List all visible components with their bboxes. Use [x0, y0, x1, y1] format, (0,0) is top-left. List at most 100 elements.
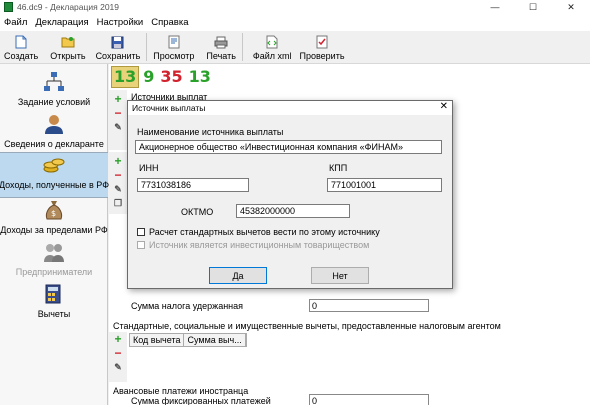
add-icon[interactable]: + — [113, 332, 123, 346]
investment-partnership-checkbox[interactable]: Источник является инвестиционным товарищ… — [137, 240, 369, 250]
income-gutter: + − ✎ ❐ — [109, 152, 127, 214]
sidebar-item-label: Доходы за пределами РФ — [0, 225, 108, 235]
save-label: Сохранить — [95, 51, 141, 61]
deductions-grid-header: Код вычета Сумма выч... — [129, 333, 247, 347]
fixed-payments-field[interactable]: 0 — [309, 394, 429, 405]
menu-settings[interactable]: Настройки — [93, 17, 148, 28]
menu-declaration[interactable]: Декларация — [31, 17, 92, 28]
check-label: Проверить — [299, 51, 345, 61]
sidebar-item-income-rf[interactable]: Доходы, полученные в РФ — [0, 152, 110, 198]
source-name-label: Наименование источника выплаты — [137, 127, 284, 137]
add-icon[interactable]: + — [113, 154, 123, 168]
oktmo-input[interactable]: 45382000000 — [236, 204, 350, 218]
rate-tabs: 13 9 35 13 — [111, 66, 213, 88]
dialog-body: Наименование источника выплаты Акционерн… — [128, 115, 452, 288]
xml-file-icon — [265, 35, 279, 49]
checkbox-box[interactable] — [137, 241, 145, 249]
sidebar-item-deductions[interactable]: Вычеты — [0, 282, 108, 328]
print-label: Печать — [206, 51, 236, 61]
window-controls: — ☐ ✕ — [476, 0, 590, 14]
sidebar-item-income-abroad[interactable]: $ Доходы за пределами РФ — [0, 198, 108, 244]
oktmo-label: ОКТМО — [181, 207, 214, 217]
sources-gutter: + − ✎ — [109, 90, 127, 150]
save-button[interactable]: Сохранить — [95, 31, 141, 63]
flowchart-icon — [42, 70, 66, 94]
xml-button[interactable]: Файл xml — [253, 31, 292, 63]
edit-icon[interactable]: ✎ — [113, 362, 123, 372]
sidebar-item-label: Задание условий — [17, 97, 91, 107]
deductions-gutter: + − ✎ — [109, 332, 127, 382]
dialog-title: Источник выплаты — [132, 103, 206, 113]
column-header-code[interactable]: Код вычета — [130, 334, 185, 346]
minimize-button[interactable]: — — [476, 0, 514, 14]
checkbox-label: Расчет стандартных вычетов вести по этом… — [149, 227, 380, 237]
window-title: 46.dc9 - Декларация 2019 — [17, 2, 120, 12]
advances-title: Авансовые платежи иностранца — [113, 386, 249, 396]
close-button[interactable]: ✕ — [552, 0, 590, 14]
title-bar: 46.dc9 - Декларация 2019 — ☐ ✕ — [0, 0, 590, 14]
check-button[interactable]: Проверить — [300, 31, 345, 63]
kpp-input[interactable]: 771001001 — [327, 178, 442, 192]
remove-icon[interactable]: − — [113, 346, 123, 360]
checkbox-label: Источник является инвестиционным товарищ… — [149, 240, 370, 250]
checkbox-box[interactable] — [137, 228, 145, 236]
source-name-input[interactable]: Акционерное общество «Инвестиционная ком… — [135, 140, 442, 154]
add-icon[interactable]: + — [113, 92, 123, 106]
tax-withheld-field[interactable]: 0 — [309, 299, 429, 312]
xml-label: Файл xml — [252, 51, 292, 61]
tax-withheld-label: Сумма налога удержанная — [131, 301, 244, 311]
copy-icon[interactable]: ❐ — [113, 198, 123, 208]
toolbar-separator — [241, 33, 243, 61]
open-label: Открыть — [50, 51, 86, 61]
sidebar-item-label: Доходы, полученные в РФ — [0, 180, 110, 190]
sidebar-item-label: Предприниматели — [15, 267, 93, 277]
preview-label: Просмотр — [153, 51, 195, 61]
standard-deductions-checkbox[interactable]: Расчет стандартных вычетов вести по этом… — [137, 227, 380, 237]
checklist-icon — [315, 35, 329, 49]
sidebar-item-label: Сведения о декларанте — [4, 139, 104, 149]
toolbar-separator — [146, 33, 148, 61]
fixed-payments-label: Сумма фиксированных платежей — [131, 396, 271, 405]
no-button[interactable]: Нет — [311, 267, 369, 284]
open-button[interactable]: Открыть — [50, 31, 86, 63]
remove-icon[interactable]: − — [113, 106, 123, 120]
yes-button[interactable]: Да — [209, 267, 267, 284]
payment-source-dialog: Источник выплаты ✕ Наименование источник… — [127, 100, 453, 289]
svg-text:$: $ — [51, 209, 56, 218]
edit-icon[interactable]: ✎ — [113, 184, 123, 194]
preview-icon — [167, 35, 181, 49]
remove-icon[interactable]: − — [113, 168, 123, 182]
sidebar: Задание условий Сведения о декларанте До… — [0, 64, 110, 405]
coins-icon — [42, 153, 66, 177]
deductions-title: Стандартные, социальные и имущественные … — [113, 321, 501, 331]
save-icon — [111, 35, 125, 49]
create-button[interactable]: Создать — [4, 31, 38, 63]
column-header-sum[interactable]: Сумма выч... — [184, 334, 246, 346]
businessmen-icon — [42, 240, 66, 264]
dialog-close-button[interactable]: ✕ — [440, 101, 448, 112]
tab-rate-35[interactable]: 35 — [158, 67, 184, 87]
toolbar: Создать Открыть Сохранить Просмотр Печат… — [0, 31, 590, 64]
preview-button[interactable]: Просмотр — [153, 31, 194, 63]
tab-rate-9[interactable]: 9 — [141, 67, 156, 87]
sidebar-item-conditions[interactable]: Задание условий — [0, 70, 108, 116]
menu-bar: Файл Декларация Настройки Справка — [0, 14, 590, 31]
sidebar-item-entrepreneurs[interactable]: Предприниматели — [0, 240, 108, 286]
tab-rate-13-nonresident[interactable]: 13 — [187, 67, 213, 87]
inn-input[interactable]: 7731038186 — [137, 178, 249, 192]
create-label: Создать — [4, 51, 39, 61]
open-folder-icon — [61, 35, 75, 49]
maximize-button[interactable]: ☐ — [514, 0, 552, 14]
edit-icon[interactable]: ✎ — [113, 122, 123, 132]
menu-help[interactable]: Справка — [147, 17, 192, 28]
new-document-icon — [14, 35, 28, 49]
tab-rate-13[interactable]: 13 — [111, 66, 140, 88]
kpp-label: КПП — [329, 163, 348, 173]
calculator-icon — [42, 282, 66, 306]
app-icon — [4, 2, 13, 12]
print-button[interactable]: Печать — [206, 31, 236, 63]
printer-icon — [214, 35, 228, 49]
menu-file[interactable]: Файл — [0, 17, 31, 28]
inn-label: ИНН — [139, 163, 159, 173]
person-icon — [42, 112, 66, 136]
